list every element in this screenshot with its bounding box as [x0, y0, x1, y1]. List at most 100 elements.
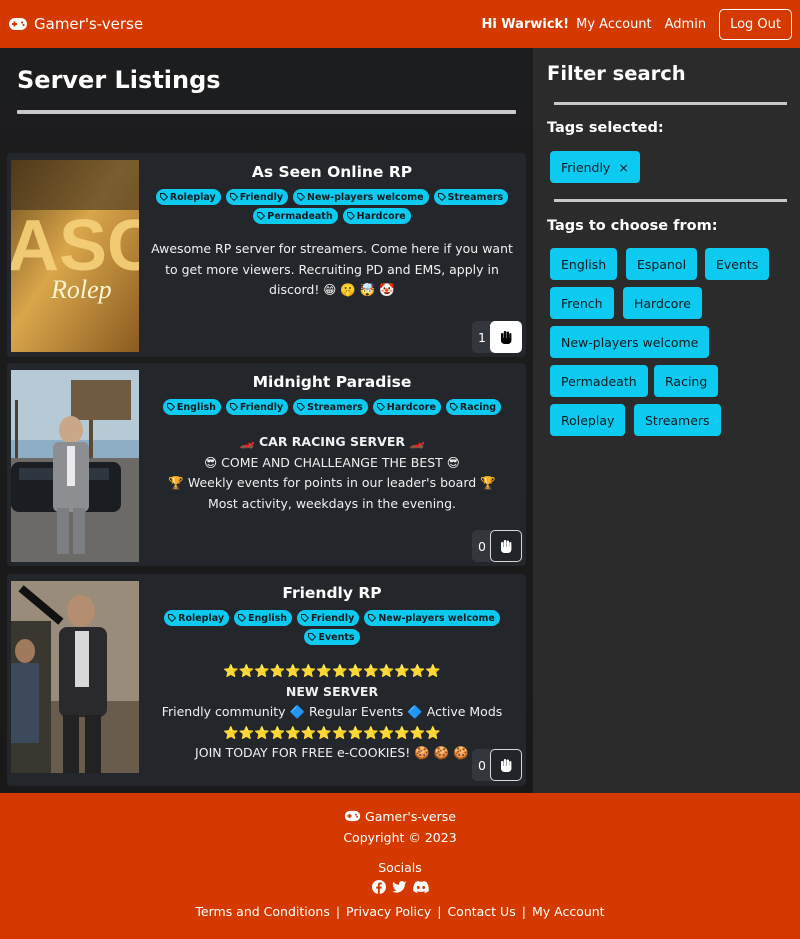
- server-name: As Seen Online RP: [251, 163, 413, 181]
- tag-icon: [238, 614, 247, 623]
- tag-icon: [297, 403, 306, 412]
- contact-link[interactable]: Contact Us: [447, 904, 515, 919]
- like-control: 0: [472, 530, 522, 562]
- tag-badge[interactable]: Roleplay: [164, 610, 230, 626]
- tag-icon: [159, 193, 168, 202]
- copyright: Copyright © 2023: [343, 830, 457, 845]
- server-thumbnail: [11, 370, 139, 562]
- admin-link[interactable]: Admin: [665, 17, 706, 32]
- like-control: 0: [472, 749, 522, 781]
- facebook-icon[interactable]: [371, 880, 386, 894]
- brand-link[interactable]: Gamer's-verse: [8, 15, 143, 33]
- tag-option-hardcore[interactable]: Hardcore: [623, 287, 702, 319]
- tag-badge[interactable]: Hardcore: [342, 208, 411, 224]
- like-count: 0: [478, 757, 486, 773]
- tag-badge[interactable]: Events: [304, 629, 360, 645]
- fist-icon: [501, 331, 512, 344]
- like-button[interactable]: [490, 530, 522, 562]
- tag-icon: [346, 212, 355, 221]
- footer: Gamer's-verse Copyright © 2023 Socials T…: [0, 793, 800, 939]
- tag-icon: [168, 614, 177, 623]
- tag-icon: [166, 403, 176, 412]
- like-control: 1: [472, 321, 522, 353]
- server-listings-panel: Server Listings ASC Rolep As Seen Online…: [0, 48, 533, 793]
- like-count: 0: [478, 538, 486, 554]
- tag-icon: [376, 403, 385, 412]
- user-greeting: Hi Warwick!: [481, 16, 570, 32]
- tag-icon: [301, 614, 310, 623]
- tag-icon: [229, 193, 238, 202]
- like-count: 1: [478, 329, 486, 345]
- page-title: Server Listings: [17, 66, 221, 94]
- tag-badge[interactable]: English: [234, 610, 293, 626]
- my-account-link[interactable]: My Account: [576, 17, 652, 32]
- tag-option-permadeath[interactable]: Permadeath: [550, 365, 648, 397]
- tag-icon: [229, 403, 239, 412]
- tag-badge[interactable]: Permadeath: [253, 208, 338, 224]
- tag-icon: [308, 633, 317, 642]
- tag-option-new-players-welcome[interactable]: New-players welcome: [550, 326, 710, 358]
- filter-sidebar: Filter search Tags selected: Friendly × …: [533, 48, 800, 793]
- tag-icon: [437, 193, 446, 202]
- logout-button[interactable]: Log Out: [719, 8, 792, 40]
- tag-badge[interactable]: Friendly: [297, 610, 360, 626]
- tag-option-roleplay[interactable]: Roleplay: [550, 404, 626, 436]
- tag-badge[interactable]: Hardcore: [372, 399, 441, 415]
- server-card[interactable]: Midnight Paradise English Friendly Strea…: [7, 363, 526, 566]
- discord-icon[interactable]: [412, 881, 429, 893]
- link-separator: |: [335, 904, 341, 919]
- tag-badge[interactable]: English: [162, 399, 221, 415]
- footer-my-account-link[interactable]: My Account: [532, 904, 605, 919]
- remove-tag-icon[interactable]: ×: [618, 160, 628, 175]
- tag-option-streamers[interactable]: Streamers: [634, 404, 721, 436]
- gamepad-icon: [344, 810, 361, 822]
- twitter-icon[interactable]: [391, 880, 407, 894]
- tag-badge[interactable]: Streamers: [433, 189, 509, 205]
- tag-option-events[interactable]: Events: [705, 248, 770, 280]
- like-button[interactable]: [490, 749, 522, 781]
- server-card[interactable]: Friendly RP Roleplay English Friendly Ne…: [7, 574, 526, 786]
- server-name: Midnight Paradise: [252, 373, 412, 391]
- tag-icon: [297, 193, 306, 202]
- navbar: Gamer's-verse Hi Warwick! My Account Adm…: [0, 0, 800, 48]
- svg-text:ASC: ASC: [11, 206, 139, 286]
- selected-tag-friendly[interactable]: Friendly ×: [550, 151, 640, 183]
- tag-badge[interactable]: New-players welcome: [293, 189, 429, 205]
- tag-option-french[interactable]: French: [550, 287, 614, 319]
- tag-badge[interactable]: New-players welcome: [364, 610, 500, 626]
- filter-divider: [554, 102, 787, 105]
- tag-badge[interactable]: Racing: [445, 399, 502, 415]
- selected-tags-heading: Tags selected:: [547, 120, 664, 136]
- terms-link[interactable]: Terms and Conditions: [195, 904, 329, 919]
- title-divider: [17, 110, 516, 114]
- server-thumbnail: ASC Rolep: [11, 160, 139, 352]
- like-button[interactable]: [490, 321, 522, 353]
- server-description: 🏎️ CAR RACING SERVER 🏎️ 😎 COME AND CHALL…: [168, 434, 496, 511]
- tag-icon: [257, 212, 266, 221]
- footer-links: Terms and Conditions | Privacy Policy | Cont…: [0, 904, 800, 919]
- tag-badge[interactable]: Roleplay: [155, 189, 221, 205]
- socials-label: Socials: [378, 860, 422, 875]
- tag-badge[interactable]: Streamers: [293, 399, 368, 415]
- fist-icon: [501, 759, 512, 772]
- tag-option-racing[interactable]: Racing: [654, 365, 719, 397]
- server-description: ⭐⭐⭐⭐⭐⭐⭐⭐⭐⭐⭐⭐⭐⭐ NEW SERVER Friendly commu…: [161, 663, 503, 760]
- link-separator: |: [437, 904, 442, 919]
- footer-brand: Gamer's-verse: [0, 809, 800, 824]
- privacy-link[interactable]: Privacy Policy: [346, 904, 431, 919]
- tag-option-espanol[interactable]: Espanol: [626, 248, 698, 280]
- tag-icon: [449, 403, 459, 412]
- gamepad-icon: [9, 18, 27, 30]
- server-description: Awesome RP server for streamers. Come he…: [151, 241, 513, 297]
- link-separator: |: [521, 904, 526, 919]
- choose-tags-heading: Tags to choose from:: [547, 218, 718, 234]
- server-card[interactable]: ASC Rolep As Seen Online RP Roleplay Fri…: [7, 153, 526, 357]
- tag-badge[interactable]: Friendly: [225, 399, 289, 415]
- server-name: Friendly RP: [282, 584, 382, 602]
- filter-title: Filter search: [547, 62, 686, 85]
- tag-option-english[interactable]: English: [550, 248, 618, 280]
- fist-icon: [501, 540, 512, 553]
- brand-name: Gamer's-verse: [34, 15, 144, 33]
- svg-text:Rolep: Rolep: [50, 275, 112, 304]
- tag-badge[interactable]: Friendly: [225, 189, 289, 205]
